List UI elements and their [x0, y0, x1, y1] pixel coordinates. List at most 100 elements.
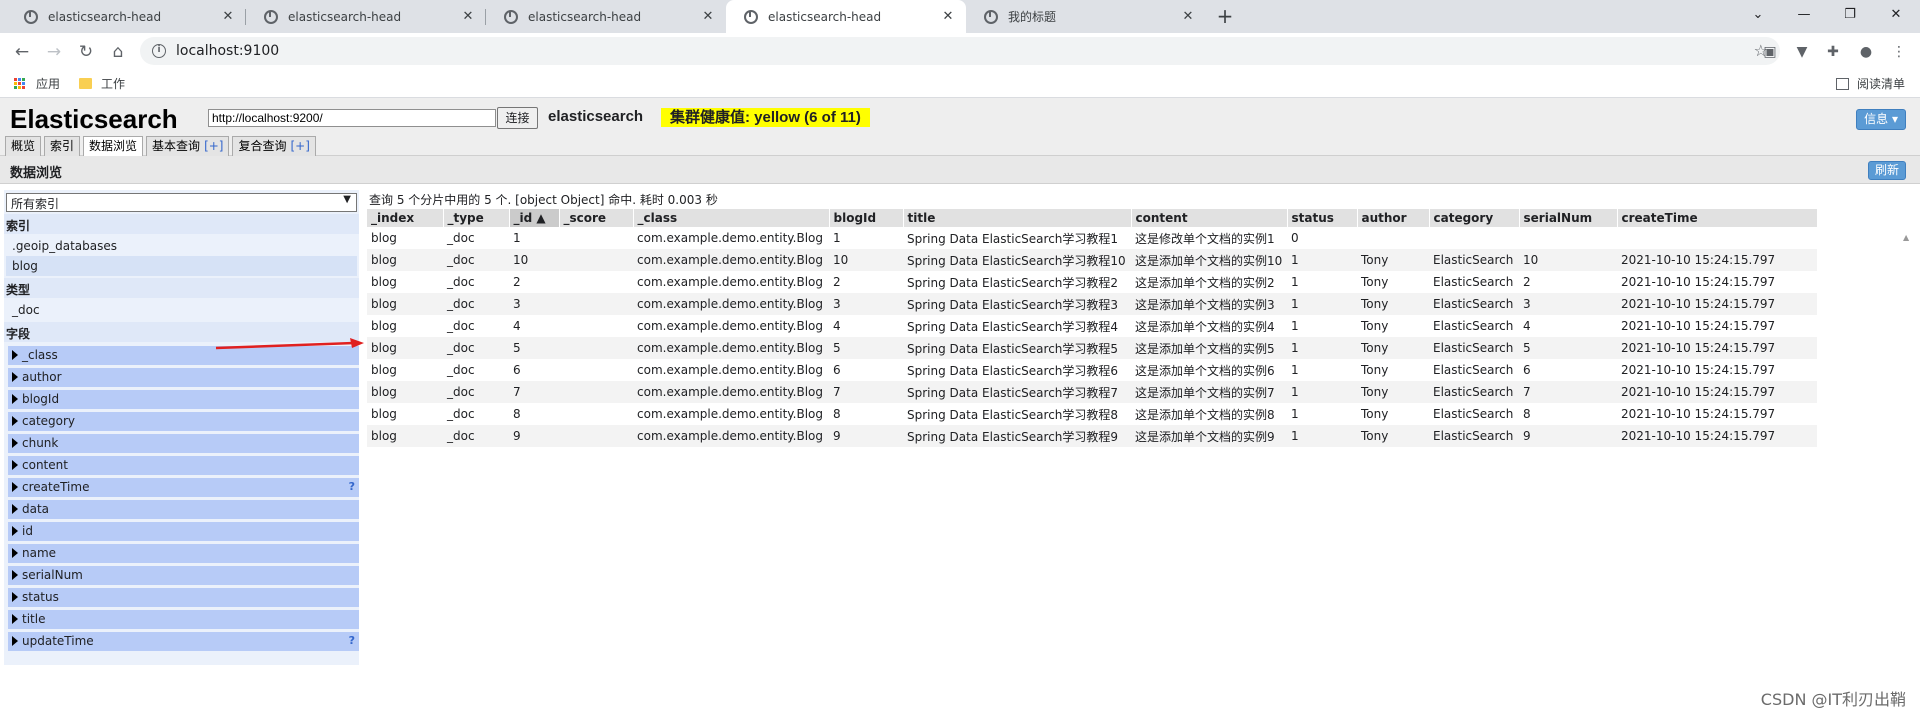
globe-icon: [984, 9, 998, 24]
browser-tab[interactable]: elasticsearch-head ✕: [486, 0, 726, 33]
field-item[interactable]: status: [8, 588, 359, 607]
tab-search-icon[interactable]: ⌄: [1735, 0, 1781, 30]
info-menu-button[interactable]: 信息 ▾: [1856, 109, 1906, 130]
field-item[interactable]: category: [8, 412, 359, 431]
column-header[interactable]: category: [1429, 209, 1520, 227]
close-window-button[interactable]: ✕: [1873, 0, 1919, 30]
field-help-icon[interactable]: ?: [349, 634, 355, 647]
field-item[interactable]: title: [8, 610, 359, 629]
bookmark-apps[interactable]: 应用: [14, 75, 60, 92]
profile-avatar-icon[interactable]: ●: [1855, 41, 1877, 63]
vpn-extension-icon[interactable]: ▼: [1791, 41, 1813, 63]
column-header[interactable]: blogId: [829, 209, 904, 227]
column-header[interactable]: _score: [559, 209, 634, 227]
column-header[interactable]: title: [903, 209, 1132, 227]
field-help-icon[interactable]: ?: [349, 480, 355, 493]
scroll-up-arrow-icon[interactable]: ▲: [1903, 233, 1918, 242]
new-tab-button[interactable]: +: [1212, 4, 1238, 30]
app-tab[interactable]: 数据浏览: [83, 136, 144, 157]
table-row[interactable]: blog _doc 9 com.example.demo.entity.Blog 9 Sp…: [367, 425, 1817, 447]
app-tab-add-link[interactable]: [+]: [204, 139, 223, 153]
table-cell: com.example.demo.entity.Blog: [637, 407, 824, 421]
app-tab[interactable]: 复合查询 [+]: [232, 136, 316, 156]
field-item[interactable]: createTime?: [8, 478, 359, 497]
table-cell: 1: [1291, 407, 1299, 421]
extension-icon[interactable]: ▣: [1759, 41, 1781, 63]
table-cell: 这是修改单个文档的实例1: [1135, 231, 1275, 246]
column-header[interactable]: _class: [633, 209, 830, 227]
close-icon[interactable]: ✕: [460, 9, 476, 24]
field-item[interactable]: serialNum: [8, 566, 359, 585]
browser-tab[interactable]: elasticsearch-head ✕: [6, 0, 246, 33]
table-cell: Tony: [1357, 249, 1429, 271]
field-item[interactable]: updateTime?: [8, 632, 359, 651]
address-url[interactable]: localhost:9100: [176, 43, 279, 59]
app-tab[interactable]: 概览: [5, 136, 42, 156]
table-row[interactable]: blog _doc 4 com.example.demo.entity.Blog 4 Sp…: [367, 315, 1817, 337]
browser-tab[interactable]: elasticsearch-head ✕: [726, 0, 966, 33]
column-header[interactable]: _index: [367, 209, 444, 227]
table-cell: 这是添加单个文档的实例8: [1135, 407, 1275, 422]
bookmark-work[interactable]: 工作: [79, 75, 125, 92]
home-icon[interactable]: ⌂: [106, 40, 130, 64]
table-cell: 这是添加单个文档的实例6: [1135, 363, 1275, 378]
close-icon[interactable]: ✕: [1180, 9, 1196, 24]
back-icon[interactable]: ←: [10, 40, 34, 64]
triangle-right-icon: [12, 438, 18, 448]
column-header[interactable]: status: [1287, 209, 1358, 227]
column-header[interactable]: _id ▲: [509, 209, 560, 227]
cluster-url-input[interactable]: [208, 109, 496, 127]
field-name: author: [22, 370, 62, 384]
menu-kebab-icon[interactable]: ⋮: [1888, 41, 1910, 63]
refresh-button[interactable]: 刷新: [1867, 161, 1906, 180]
table-cell: 3: [1519, 293, 1617, 315]
column-header[interactable]: content: [1131, 209, 1288, 227]
close-icon[interactable]: ✕: [220, 9, 236, 24]
column-header[interactable]: createTime: [1617, 209, 1818, 227]
table-cell: ElasticSearch: [1429, 381, 1519, 403]
column-header[interactable]: serialNum: [1519, 209, 1618, 227]
table-row[interactable]: blog _doc 7 com.example.demo.entity.Blog 7 Sp…: [367, 381, 1817, 403]
browser-tab[interactable]: 我的标题 ✕: [966, 0, 1206, 33]
table-row[interactable]: blog _doc 5 com.example.demo.entity.Blog 5 Sp…: [367, 337, 1817, 359]
table-row[interactable]: blog _doc 8 com.example.demo.entity.Blog 8 Sp…: [367, 403, 1817, 425]
table-row[interactable]: blog _doc 10 com.example.demo.entity.Blog 10…: [367, 249, 1817, 271]
close-icon[interactable]: ✕: [700, 9, 716, 24]
app-tab[interactable]: 索引: [44, 136, 81, 156]
table-row[interactable]: blog _doc 1 com.example.demo.entity.Blog 1 Sp…: [367, 227, 1817, 249]
site-info-icon[interactable]: i: [152, 44, 166, 58]
table-row[interactable]: blog _doc 6 com.example.demo.entity.Blog 6 Sp…: [367, 359, 1817, 381]
field-item[interactable]: name: [8, 544, 359, 563]
field-item[interactable]: chunk: [8, 434, 359, 453]
bookmark-apps-label: 应用: [36, 77, 61, 91]
reading-list-button[interactable]: 阅读清单: [1836, 75, 1905, 92]
reload-icon[interactable]: ↻: [74, 40, 98, 64]
table-cell: 0: [1291, 231, 1299, 245]
maximize-button[interactable]: ❐: [1827, 0, 1873, 30]
field-item[interactable]: author: [8, 368, 359, 387]
table-row[interactable]: blog _doc 2 com.example.demo.entity.Blog 2 Sp…: [367, 271, 1817, 293]
puzzle-extensions-icon[interactable]: ✚: [1822, 41, 1844, 63]
index-item[interactable]: blog: [6, 256, 357, 276]
field-item[interactable]: blogId: [8, 390, 359, 409]
forward-icon[interactable]: →: [42, 40, 66, 64]
table-row[interactable]: blog _doc 3 com.example.demo.entity.Blog 3 Sp…: [367, 293, 1817, 315]
close-icon[interactable]: ✕: [940, 9, 956, 24]
app-tab[interactable]: 基本查询 [+]: [146, 136, 230, 156]
field-item[interactable]: id: [8, 522, 359, 541]
address-bar[interactable]: i localhost:9100 ☆: [140, 37, 1780, 65]
index-select[interactable]: 所有索引 ▼: [6, 193, 357, 212]
table-cell: _doc: [447, 407, 475, 421]
table-cell: 1: [1291, 275, 1299, 289]
column-header[interactable]: _type: [443, 209, 510, 227]
index-item[interactable]: .geoip_databases: [6, 236, 357, 256]
browser-tab[interactable]: elasticsearch-head ✕: [246, 0, 486, 33]
type-item[interactable]: _doc: [6, 300, 357, 320]
connect-button[interactable]: 连接: [497, 107, 538, 129]
minimize-button[interactable]: —: [1781, 0, 1827, 30]
table-cell: [559, 271, 633, 293]
app-tab-add-link[interactable]: [+]: [291, 139, 310, 153]
field-item[interactable]: data: [8, 500, 359, 519]
column-header[interactable]: author: [1357, 209, 1430, 227]
field-item[interactable]: content: [8, 456, 359, 475]
